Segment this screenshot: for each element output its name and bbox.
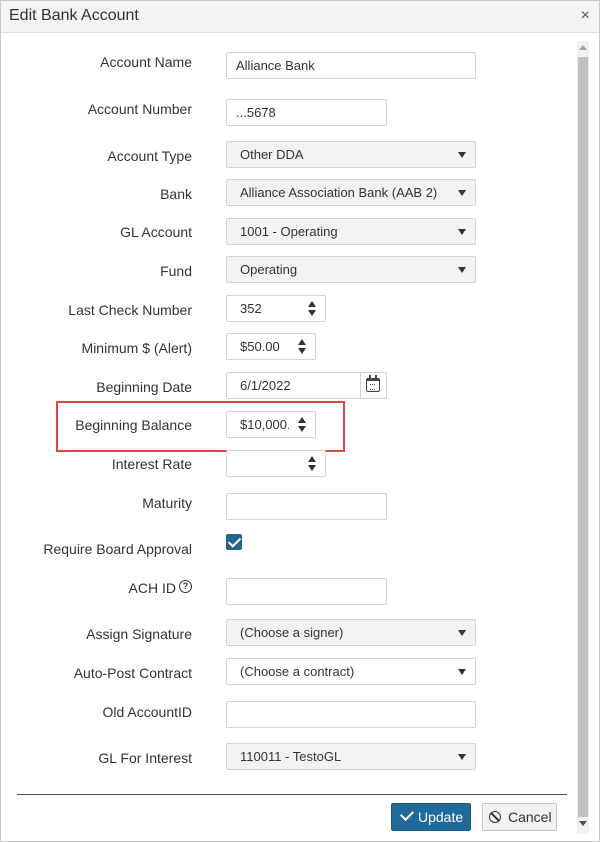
auto-post-contract-value: (Choose a contract) [240, 664, 355, 679]
require-board-approval-checkbox[interactable] [226, 534, 242, 550]
scroll-up-arrow-icon[interactable] [579, 45, 587, 50]
auto-post-contract-label: Auto-Post Contract [73, 665, 192, 681]
ach-id-input[interactable] [226, 578, 387, 605]
last-check-number-input[interactable]: 352 [226, 295, 326, 322]
chevron-down-icon [458, 754, 466, 760]
account-name-input[interactable]: Alliance Bank [226, 52, 476, 79]
assign-signature-select[interactable]: (Choose a signer) [226, 619, 476, 646]
checkmark-icon [399, 806, 415, 822]
footer-divider [17, 794, 567, 795]
interest-rate-label: Interest Rate [111, 456, 192, 472]
gl-for-interest-label: GL For Interest [98, 750, 192, 766]
gl-account-select[interactable]: 1001 - Operating [226, 218, 476, 245]
ach-id-label-text: ACH ID [128, 580, 176, 596]
account-type-select[interactable]: Other DDA [226, 141, 476, 168]
minimum-alert-label: Minimum $ (Alert) [81, 340, 192, 356]
account-number-label: Account Number [87, 101, 192, 117]
chevron-down-icon [458, 152, 466, 158]
fund-label: Fund [160, 263, 192, 279]
account-type-label: Account Type [107, 148, 192, 164]
help-circle-icon[interactable]: ? [179, 580, 192, 593]
date-divider [360, 373, 361, 398]
chevron-down-icon [458, 229, 466, 235]
ach-id-label: ACH ID? [129, 579, 192, 597]
spinner-arrows-icon[interactable] [289, 334, 315, 359]
account-name-value: Alliance Bank [236, 58, 315, 73]
beginning-date-value: 6/1/2022 [240, 378, 291, 393]
gl-for-interest-select[interactable]: 110011 - TestoGL [226, 743, 476, 770]
last-check-number-value: 352 [240, 301, 262, 316]
spinner-arrows-icon[interactable] [299, 296, 325, 321]
edit-bank-account-dialog: Edit Bank Account × Account Name Allianc… [0, 0, 600, 842]
cancel-button-label: Cancel [508, 809, 552, 825]
spinner-arrows-icon[interactable] [299, 451, 325, 476]
maturity-input[interactable] [226, 493, 387, 520]
account-number-input[interactable]: ...5678 [226, 99, 387, 126]
account-name-label: Account Name [100, 54, 192, 70]
scroll-thumb[interactable] [578, 57, 588, 817]
chevron-down-icon [458, 630, 466, 636]
fund-select[interactable]: Operating [226, 256, 476, 283]
old-account-id-label: Old AccountID [102, 704, 193, 720]
bank-value: Alliance Association Bank (AAB 2) [240, 185, 438, 200]
vertical-scrollbar[interactable] [577, 41, 589, 834]
maturity-label: Maturity [142, 495, 192, 511]
auto-post-contract-select[interactable]: (Choose a contract) [226, 658, 476, 685]
beginning-date-label: Beginning Date [96, 379, 192, 395]
calendar-icon[interactable] [366, 375, 380, 392]
account-number-value: ...5678 [236, 105, 276, 120]
ban-icon [489, 811, 501, 823]
chevron-down-icon [458, 669, 466, 675]
gl-account-label: GL Account [120, 224, 192, 240]
fund-value: Operating [240, 262, 298, 277]
chevron-down-icon [458, 190, 466, 196]
assign-signature-label: Assign Signature [86, 626, 192, 642]
account-type-value: Other DDA [240, 147, 304, 162]
spinner-arrows-icon[interactable] [289, 412, 315, 437]
dialog-titlebar: Edit Bank Account × [1, 1, 599, 33]
assign-signature-value: (Choose a signer) [240, 625, 344, 640]
chevron-down-icon [458, 267, 466, 273]
beginning-balance-label: Beginning Balance [75, 417, 192, 433]
update-button[interactable]: Update [391, 803, 471, 831]
bank-select[interactable]: Alliance Association Bank (AAB 2) [226, 179, 476, 206]
cancel-button[interactable]: Cancel [482, 803, 557, 831]
bank-label: Bank [160, 186, 192, 202]
require-board-approval-label: Require Board Approval [43, 541, 192, 557]
beginning-date-input[interactable]: 6/1/2022 [226, 372, 387, 399]
minimum-alert-input[interactable]: $50.00 [226, 333, 316, 360]
beginning-balance-input[interactable]: $10,000. [226, 411, 316, 438]
close-icon[interactable]: × [581, 7, 590, 25]
old-account-id-input[interactable] [226, 701, 476, 728]
minimum-alert-value: $50.00 [240, 339, 280, 354]
dialog-title: Edit Bank Account [9, 7, 139, 24]
update-button-label: Update [418, 809, 464, 825]
gl-account-value: 1001 - Operating [240, 224, 338, 239]
last-check-number-label: Last Check Number [68, 302, 192, 318]
beginning-balance-value: $10,000. [240, 417, 291, 432]
scroll-down-arrow-icon[interactable] [579, 821, 587, 826]
interest-rate-input[interactable] [226, 450, 326, 477]
gl-for-interest-value: 110011 - TestoGL [240, 749, 342, 764]
